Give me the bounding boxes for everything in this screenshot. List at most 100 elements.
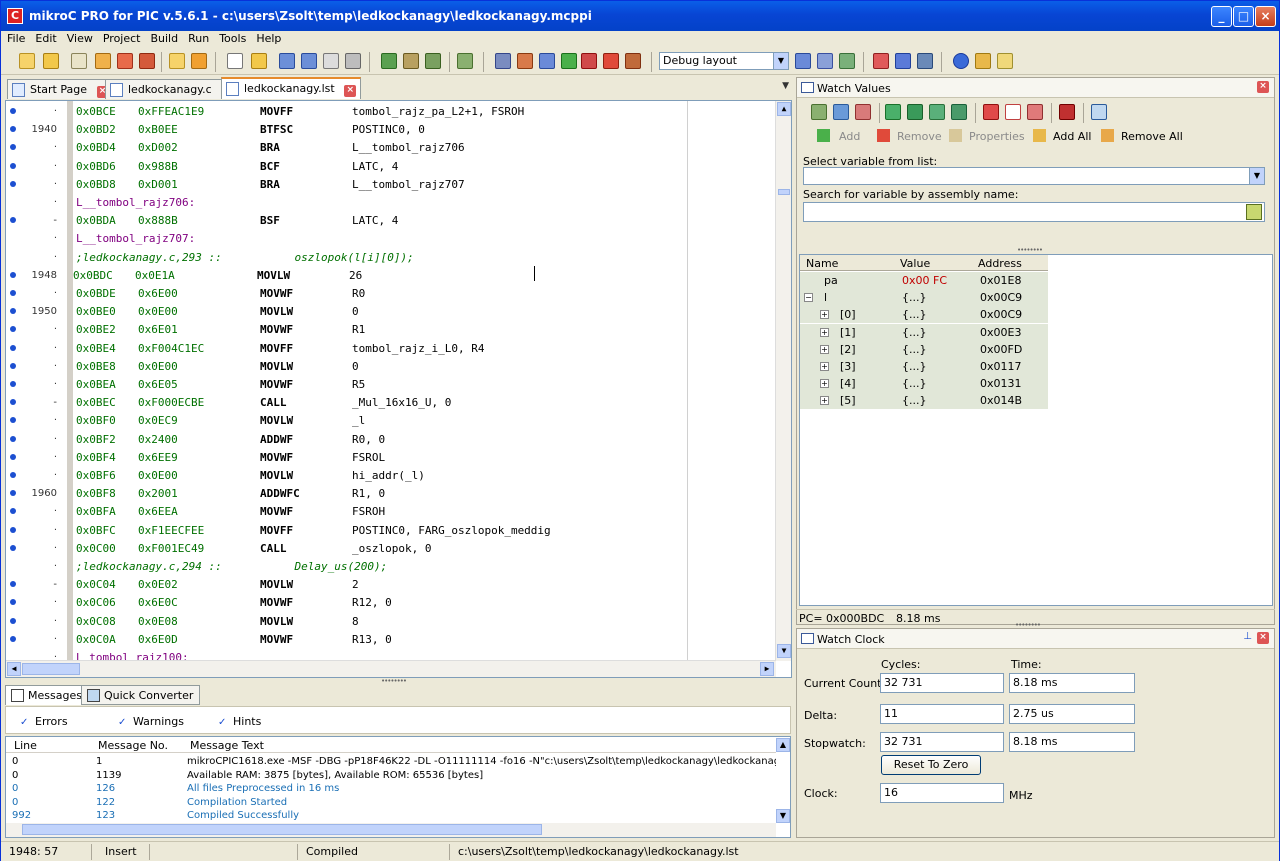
key-icon[interactable] (975, 53, 991, 69)
delta-time-field[interactable]: 2.75 us (1009, 704, 1135, 724)
breakpoint-marker-icon[interactable] (10, 326, 16, 333)
close-button[interactable]: × (1255, 6, 1276, 27)
breakpoint-marker-icon[interactable] (10, 271, 16, 278)
gutter-line[interactable]: 1948 (6, 267, 73, 285)
remove-button[interactable]: Remove (897, 130, 942, 143)
code-line[interactable]: 0x0BD8 0xD001 BRA L__tombol_rajz707 (76, 176, 776, 194)
select-variable-combo[interactable]: ▼ (803, 167, 1265, 185)
breakpoint-marker-icon[interactable] (10, 126, 16, 133)
splitter-handle[interactable]: •••••••• (1017, 246, 1043, 254)
gutter-line[interactable]: · (6, 358, 73, 376)
gutter-line[interactable]: · (6, 412, 73, 430)
jump-icon[interactable] (929, 104, 945, 120)
gutter-line[interactable]: - (6, 212, 73, 230)
code-line[interactable]: 0x0BF4 0x6EE9 MOVWF FSROL (76, 449, 776, 467)
scroll-thumb[interactable] (778, 189, 790, 195)
help-icon[interactable] (953, 53, 969, 69)
menu-edit[interactable]: Edit (31, 31, 60, 46)
watch-value[interactable]: {...} (902, 392, 927, 409)
watch-row[interactable]: pa 0x00 FC 0x01E8 (800, 272, 1048, 289)
save-all-icon[interactable] (301, 53, 317, 69)
gutter-line[interactable]: · (6, 594, 73, 612)
usart-terminal-icon[interactable] (895, 53, 911, 69)
watch-value[interactable]: {...} (902, 306, 927, 323)
breakpoint-marker-icon[interactable] (10, 417, 16, 424)
code-line[interactable]: 0x0BFA 0x6EEA MOVWF FSROH (76, 503, 776, 521)
code-line[interactable]: 0x0BFC 0xF1EECFEE MOVFF POSTINC0, FARG_oszl… (76, 522, 776, 540)
print-preview-icon[interactable] (323, 53, 339, 69)
code-line[interactable]: 0x0BF0 0x0EC9 MOVLW _l (76, 412, 776, 430)
watch-row[interactable]: + [5] {...} 0x014B (800, 392, 1048, 410)
clock-field[interactable]: 16 (880, 783, 1004, 803)
code-line[interactable]: 0x0BEC 0xF000ECBE CALL _Mul_16x16_U, 0 (76, 394, 776, 412)
gutter-line[interactable]: - (6, 576, 73, 594)
tab-listing-file[interactable]: ledkockanagy.lst × (221, 77, 362, 99)
build-icon[interactable] (381, 53, 397, 69)
hints-checkbox[interactable]: ✓ Hints (218, 715, 261, 728)
tab-source-file[interactable]: ledkockanagy.c × (105, 79, 239, 99)
save-icon[interactable] (279, 53, 295, 69)
layout-save-icon[interactable] (795, 53, 811, 69)
pin-icon[interactable]: ⊥ (1243, 631, 1252, 642)
chevron-down-icon[interactable]: ▼ (1249, 168, 1264, 184)
code-line[interactable]: 0x0BD4 0xD002 BRA L__tombol_rajz706 (76, 139, 776, 157)
recent-folder-icon[interactable] (191, 53, 207, 69)
tab-list-chevron-icon[interactable]: ▼ (782, 81, 789, 91)
code-line[interactable]: 0x0BD6 0x988B BCF LATC, 4 (76, 158, 776, 176)
open-project-icon[interactable] (43, 53, 59, 69)
expand-icon[interactable]: + (820, 396, 829, 406)
watch-value[interactable]: {...} (902, 324, 927, 341)
column-value[interactable]: Value (900, 257, 930, 270)
breakpoint-marker-icon[interactable] (10, 362, 16, 369)
tools-icon[interactable] (625, 53, 641, 69)
gutter-line[interactable]: - (6, 394, 73, 412)
build-project-icon[interactable] (425, 53, 441, 69)
gutter-line[interactable]: 1960 (6, 485, 73, 503)
current-cycles-field[interactable]: 32 731 (880, 673, 1004, 693)
code-line[interactable]: 0x0BF6 0x0E00 MOVLW hi_addr(_l) (76, 467, 776, 485)
scroll-up-icon[interactable]: ▲ (777, 102, 791, 116)
code-line[interactable]: 0x0BDE 0x6E00 MOVWF R0 (76, 285, 776, 303)
scroll-up-icon[interactable]: ▲ (776, 738, 790, 752)
watch-value[interactable]: {...} (902, 341, 927, 358)
code-line[interactable]: 0x0BF8 0x2001 ADDWFC R1, 0 (76, 485, 776, 503)
gutter-line[interactable]: · (6, 503, 73, 521)
layout-delete-icon[interactable] (839, 53, 855, 69)
menu-view[interactable]: View (63, 31, 97, 46)
edit-project-icon[interactable] (95, 53, 111, 69)
scroll-down-icon[interactable]: ▼ (776, 809, 790, 823)
errors-checkbox[interactable]: ✓ Errors (20, 715, 68, 728)
scroll-left-icon[interactable]: ◀ (7, 662, 21, 676)
breakpoint-marker-icon[interactable] (10, 217, 16, 224)
watch-row[interactable]: + [0] {...} 0x00C9 (800, 306, 1048, 324)
message-row[interactable]: 0 122 Compilation Started (6, 796, 776, 809)
menu-help[interactable]: Help (252, 31, 285, 46)
font-icon[interactable] (539, 53, 555, 69)
expand-icon[interactable]: + (820, 379, 829, 389)
column-message-no[interactable]: Message No. (98, 739, 168, 752)
code-line[interactable]: 0x0BF2 0x2400 ADDWF R0, 0 (76, 431, 776, 449)
stop-debug-icon[interactable] (581, 53, 597, 69)
code-line[interactable]: 0x0BE4 0xF004C1EC MOVFF tombol_rajz_i_L0, R… (76, 340, 776, 358)
print-icon[interactable] (345, 53, 361, 69)
tab-start-page[interactable]: Start Page × (7, 79, 114, 99)
title-bar[interactable]: C mikroC PRO for PIC v.5.6.1 - c:\users\… (1, 1, 1279, 31)
layout-load-icon[interactable] (817, 53, 833, 69)
breakpoint-marker-icon[interactable] (10, 162, 16, 169)
breakpoint-marker-icon[interactable] (10, 180, 16, 187)
step-out-icon[interactable] (885, 104, 901, 120)
gutter-line[interactable]: · (6, 340, 73, 358)
message-row[interactable]: 0 126 All files Preprocessed in 16 ms (6, 782, 776, 795)
lcd-designer-icon[interactable] (917, 53, 933, 69)
gutter-line[interactable]: · (6, 321, 73, 339)
pause-icon[interactable] (951, 104, 967, 120)
close-panel-icon[interactable]: × (1257, 81, 1269, 93)
gutter-line[interactable]: · (6, 158, 73, 176)
gutter-line[interactable]: · (6, 540, 73, 558)
delta-cycles-field[interactable]: 11 (880, 704, 1004, 724)
properties-button[interactable]: Properties (969, 130, 1025, 143)
code-line[interactable]: 0x0BE2 0x6E01 MOVWF R1 (76, 321, 776, 339)
editor-gutter[interactable]: · 1940 · · · · - · · 1948 · 1950 · · · · - · · · · 1960 · · · · - ·… (6, 101, 73, 663)
column-name[interactable]: Name (806, 257, 838, 270)
breakpoint-marker-icon[interactable] (10, 581, 16, 588)
